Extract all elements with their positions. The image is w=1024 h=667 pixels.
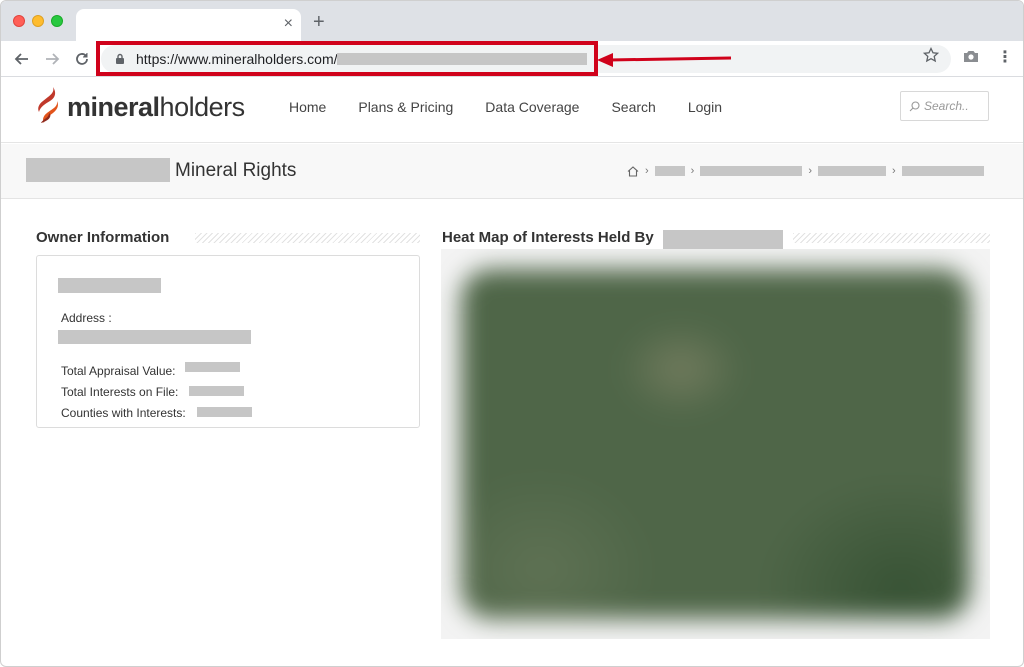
logo-text: mineralholders [67,92,245,123]
appraisal-value-redaction [185,362,240,372]
tab-close-icon[interactable]: × [284,14,293,34]
logo-text-bold: mineral [67,91,160,122]
close-window-button[interactable] [13,15,25,27]
breadcrumb: › › › › [627,165,984,177]
heat-map-image[interactable] [441,249,990,639]
appraisal-label: Total Appraisal Value: [61,364,176,378]
reload-button[interactable] [70,47,94,71]
nav-login[interactable]: Login [688,99,722,115]
counties-label: Counties with Interests: [61,406,186,420]
browser-menu-icon[interactable]: ⋮ [997,47,1013,69]
main-nav: Home Plans & Pricing Data Coverage Searc… [289,99,754,115]
owner-name-redaction [26,158,170,182]
nav-home[interactable]: Home [289,99,326,115]
breadcrumb-item-redacted[interactable] [818,166,887,176]
breadcrumb-separator-icon: › [645,165,649,177]
url-highlight-box [96,41,598,76]
site-search-input[interactable] [924,99,986,113]
new-tab-button[interactable]: + [313,12,325,32]
browser-tab[interactable]: × [76,9,301,41]
interests-value-redaction [189,386,244,396]
counties-value-redaction [197,407,252,417]
flame-logo-icon [38,87,58,123]
back-button[interactable] [10,47,34,71]
browser-window: × + https://www.mineralholders.com/ ⋮ mi… [0,0,1024,667]
section-divider [195,233,420,243]
owner-info-card: Address : Total Appraisal Value: Total I… [36,255,420,428]
nav-search[interactable]: Search [611,99,655,115]
site-header: mineralholders Home Plans & Pricing Data… [1,77,1023,143]
address-redaction [58,330,251,344]
breadcrumb-separator-icon: › [808,165,813,177]
owner-section-title: Owner Information [36,229,170,246]
page-title-bar: Mineral Rights › › › › [1,144,1023,199]
breadcrumb-separator-icon: › [892,165,896,177]
forward-button[interactable] [40,47,64,71]
breadcrumb-separator-icon: › [690,165,695,177]
site-search-box[interactable] [900,91,989,121]
search-icon [909,100,920,111]
breadcrumb-item-redacted[interactable] [700,166,803,176]
bookmark-star-icon[interactable] [922,46,940,68]
arrow-right-icon [46,53,60,65]
heat-map-blurred [461,269,970,619]
minimize-window-button[interactable] [32,15,44,27]
home-icon[interactable] [627,165,639,177]
owner-name-redaction [58,278,161,293]
nav-plans-pricing[interactable]: Plans & Pricing [358,99,453,115]
heatmap-section-title: Heat Map of Interests Held By [442,229,654,246]
interests-label: Total Interests on File: [61,385,179,399]
section-divider [793,233,990,243]
heatmap-owner-redaction [663,230,783,250]
site-logo[interactable]: mineralholders [35,87,245,127]
camera-icon[interactable] [963,49,979,68]
maximize-window-button[interactable] [51,15,63,27]
arrow-left-icon [14,53,28,65]
address-label: Address : [61,311,112,325]
tab-strip: × + [1,1,1023,41]
reload-icon [76,53,88,65]
annotation-arrow-icon [597,53,732,67]
breadcrumb-item-redacted[interactable] [654,166,685,176]
logo-text-light: holders [159,91,246,122]
page-title: Mineral Rights [175,160,297,181]
breadcrumb-item-redacted [901,166,984,176]
nav-data-coverage[interactable]: Data Coverage [485,99,579,115]
